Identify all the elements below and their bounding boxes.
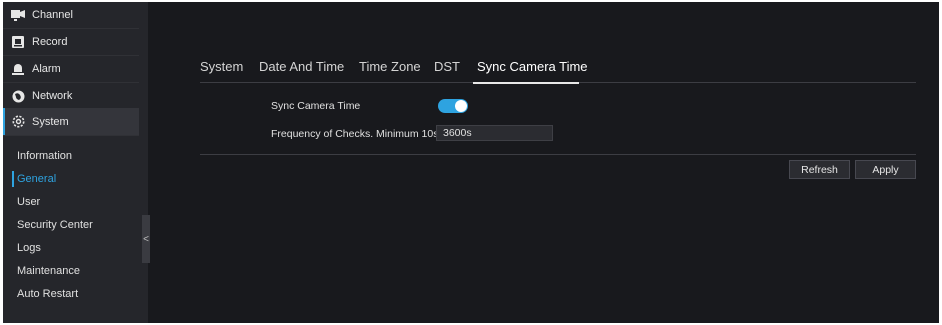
sidebar-subitem-label: General bbox=[17, 173, 57, 185]
sidebar-item-system[interactable]: System bbox=[3, 108, 139, 136]
active-tab-underline bbox=[473, 82, 579, 84]
sidebar-item-label: Channel bbox=[32, 9, 73, 21]
sync-camera-time-label: Sync Camera Time bbox=[271, 100, 361, 112]
sidebar-subitem-label: Security Center bbox=[17, 219, 93, 231]
camera-icon bbox=[11, 8, 25, 22]
tab-sync-camera-time[interactable]: Sync Camera Time bbox=[477, 59, 588, 74]
sidebar-subitem-information[interactable]: Information bbox=[3, 146, 139, 166]
sidebar-subitem-user[interactable]: User bbox=[3, 192, 139, 212]
sidebar-subitem-security-center[interactable]: Security Center bbox=[3, 215, 139, 235]
sidebar-subitem-label: Information bbox=[17, 150, 73, 162]
tab-dst[interactable]: DST bbox=[434, 59, 460, 74]
sidebar-collapse-button[interactable]: < bbox=[142, 215, 150, 263]
sidebar-subitem-general[interactable]: General bbox=[3, 169, 139, 189]
network-icon bbox=[11, 89, 25, 103]
apply-button[interactable]: Apply bbox=[855, 160, 916, 179]
sidebar-subitem-label: Maintenance bbox=[17, 265, 80, 277]
sidebar-item-label: System bbox=[32, 115, 69, 128]
active-indicator bbox=[3, 108, 5, 135]
sidebar-subitem-logs[interactable]: Logs bbox=[3, 238, 139, 258]
app-window: Channel Record Alarm Network System Info… bbox=[3, 2, 939, 323]
active-indicator bbox=[12, 171, 14, 187]
sync-camera-time-toggle[interactable] bbox=[438, 99, 468, 113]
record-icon bbox=[11, 35, 25, 49]
sidebar-item-label: Network bbox=[32, 90, 73, 102]
sidebar-subitem-label: User bbox=[17, 196, 41, 208]
chevron-left-icon: < bbox=[143, 233, 149, 245]
tab-date-and-time[interactable]: Date And Time bbox=[259, 59, 344, 74]
sidebar-subitem-label: Auto Restart bbox=[17, 288, 79, 300]
sidebar-subitem-maintenance[interactable]: Maintenance bbox=[3, 261, 139, 281]
refresh-button[interactable]: Refresh bbox=[789, 160, 850, 179]
tab-system[interactable]: System bbox=[200, 59, 243, 74]
sidebar: Channel Record Alarm Network System Info… bbox=[3, 2, 148, 323]
sidebar-subitem-auto-restart[interactable]: Auto Restart bbox=[3, 284, 139, 304]
frequency-label: Frequency of Checks. Minimum 10s bbox=[271, 128, 439, 140]
gear-icon bbox=[11, 115, 25, 129]
sidebar-item-label: Alarm bbox=[32, 63, 61, 75]
sidebar-item-record[interactable]: Record bbox=[3, 29, 139, 56]
sidebar-item-network[interactable]: Network bbox=[3, 83, 139, 110]
alarm-icon bbox=[11, 62, 25, 76]
sidebar-subitem-label: Logs bbox=[17, 242, 41, 254]
tab-time-zone[interactable]: Time Zone bbox=[359, 59, 421, 74]
sidebar-item-label: Record bbox=[32, 36, 68, 48]
toggle-knob bbox=[455, 100, 467, 112]
frequency-input[interactable] bbox=[436, 125, 553, 141]
sidebar-item-channel[interactable]: Channel bbox=[3, 2, 139, 29]
sidebar-item-alarm[interactable]: Alarm bbox=[3, 56, 139, 83]
form-divider bbox=[200, 154, 916, 155]
